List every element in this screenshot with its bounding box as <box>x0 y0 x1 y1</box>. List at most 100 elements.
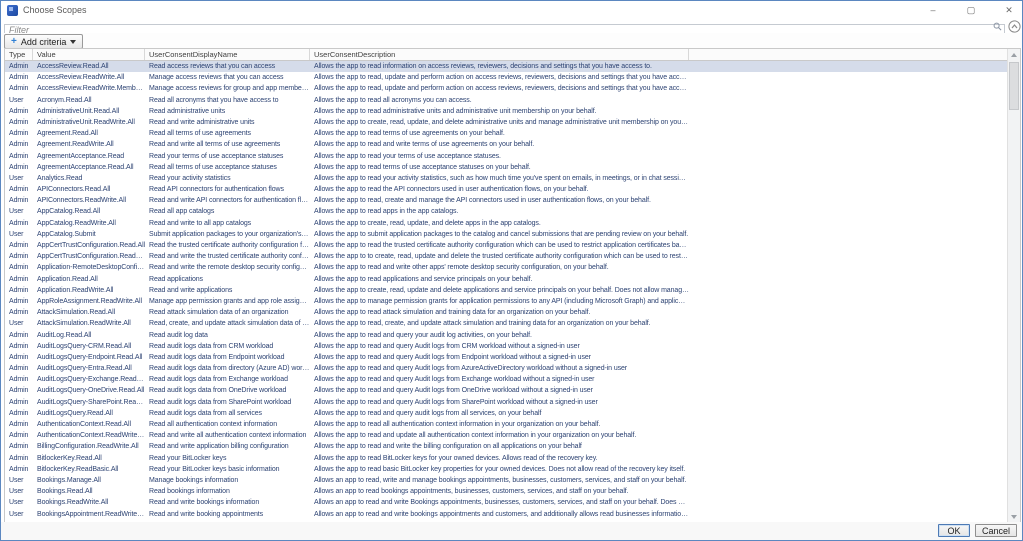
table-row[interactable]: Admin APIConnectors.ReadWrite.All Read a… <box>5 195 1007 206</box>
cell-value: AppCertTrustConfiguration.Read.All <box>33 240 145 251</box>
table-row[interactable]: Admin AttackSimulation.Read.All Read att… <box>5 307 1007 318</box>
cell-value: AuditLogsQuery-Exchange.Read.All <box>33 374 145 385</box>
table-row[interactable]: Admin Application-RemoteDesktopConfig...… <box>5 262 1007 273</box>
table-row[interactable]: User Bookings.Read.All Read bookings inf… <box>5 486 1007 497</box>
title-bar: Choose Scopes – ▢ ✕ <box>1 1 1022 19</box>
scroll-up-icon[interactable] <box>1008 49 1020 60</box>
table-row[interactable]: Admin AuditLogsQuery-OneDrive.Read.All R… <box>5 385 1007 396</box>
table-row[interactable]: Admin BillingConfiguration.ReadWrite.All… <box>5 441 1007 452</box>
cell-displayname: Manage access reviews for group and app … <box>145 83 310 94</box>
table-row[interactable]: Admin AuditLogsQuery-Entra.Read.All Read… <box>5 363 1007 374</box>
cell-displayname: Read audit logs data from CRM workload <box>145 341 310 352</box>
add-criteria-button[interactable]: + Add criteria <box>4 34 83 49</box>
cell-type: Admin <box>5 128 33 139</box>
collapse-filter-icon[interactable] <box>1008 20 1021 33</box>
cell-type: Admin <box>5 441 33 452</box>
cell-value: AccessReview.ReadWrite.Membership <box>33 83 145 94</box>
cell-type: User <box>5 318 33 329</box>
cell-filler <box>689 318 1007 329</box>
cell-type: Admin <box>5 195 33 206</box>
table-row[interactable]: Admin AgreementAcceptance.Read.All Read … <box>5 162 1007 173</box>
table-row[interactable]: Admin AuthenticationContext.Read.All Rea… <box>5 419 1007 430</box>
cell-description: Allows the app to read and query Audit l… <box>310 385 689 396</box>
add-criteria-label: Add criteria <box>21 37 67 47</box>
filter-bar <box>4 20 1005 33</box>
table-row[interactable]: Admin AuditLogsQuery-Exchange.Read.All R… <box>5 374 1007 385</box>
table-row[interactable]: Admin AuditLogsQuery-SharePoint.Read.All… <box>5 397 1007 408</box>
cell-filler <box>689 61 1007 72</box>
table-row[interactable]: Admin AuditLogsQuery-CRM.Read.All Read a… <box>5 341 1007 352</box>
table-row[interactable]: Admin AccessReview.Read.All Read access … <box>5 61 1007 72</box>
cell-displayname: Read all acronyms that you have access t… <box>145 95 310 106</box>
table-row[interactable]: Admin AgreementAcceptance.Read Read your… <box>5 151 1007 162</box>
scroll-down-icon[interactable] <box>1008 511 1020 522</box>
cell-value: AgreementAcceptance.Read.All <box>33 162 145 173</box>
table-row[interactable]: Admin BitlockerKey.ReadBasic.All Read yo… <box>5 464 1007 475</box>
table-row[interactable]: Admin AdministrativeUnit.ReadWrite.All R… <box>5 117 1007 128</box>
cell-displayname: Read all terms of use acceptance statuse… <box>145 162 310 173</box>
cell-filler <box>689 128 1007 139</box>
table-row[interactable]: Admin Application.ReadWrite.All Read and… <box>5 285 1007 296</box>
cancel-button[interactable]: Cancel <box>975 524 1017 537</box>
cell-displayname: Read attack simulation data of an organi… <box>145 307 310 318</box>
cell-type: User <box>5 486 33 497</box>
cell-value: AppCatalog.Submit <box>33 229 145 240</box>
table-row[interactable]: Admin Application.Read.All Read applicat… <box>5 274 1007 285</box>
column-header-value[interactable]: Value <box>33 49 145 60</box>
cell-type: Admin <box>5 139 33 150</box>
cell-value: Bookings.Read.All <box>33 486 145 497</box>
table-row[interactable]: Admin AppRoleAssignment.ReadWrite.All Ma… <box>5 296 1007 307</box>
table-row[interactable]: Admin AccessReview.ReadWrite.Membership … <box>5 83 1007 94</box>
table-row[interactable]: Admin Agreement.Read.All Read all terms … <box>5 128 1007 139</box>
cell-displayname: Read your BitLocker keys basic informati… <box>145 464 310 475</box>
vertical-scrollbar[interactable] <box>1007 49 1020 522</box>
cell-filler <box>689 397 1007 408</box>
scrollbar-thumb[interactable] <box>1009 62 1019 110</box>
cell-description: Allows the app to manage permission gran… <box>310 296 689 307</box>
table-row[interactable]: User BookingsAppointment.ReadWrite.All R… <box>5 509 1007 520</box>
column-header-userconsentdescription[interactable]: UserConsentDescription <box>310 49 689 60</box>
cell-description: Allows the app to read and query Audit l… <box>310 397 689 408</box>
table-row[interactable]: User AppCatalog.Read.All Read all app ca… <box>5 206 1007 217</box>
table-row[interactable]: Admin AuditLog.Read.All Read audit log d… <box>5 330 1007 341</box>
cell-value: Agreement.Read.All <box>33 128 145 139</box>
column-header-type[interactable]: Type <box>5 49 33 60</box>
column-header-userconsentdisplayname[interactable]: UserConsentDisplayName <box>145 49 310 60</box>
table-row[interactable]: User Bookings.Manage.All Manage bookings… <box>5 475 1007 486</box>
table-row[interactable]: User AppCatalog.Submit Submit applicatio… <box>5 229 1007 240</box>
maximize-button[interactable]: ▢ <box>964 3 978 17</box>
table-row[interactable]: Admin AppCertTrustConfiguration.Read.All… <box>5 240 1007 251</box>
cell-description: Allows the app to read basic BitLocker k… <box>310 464 689 475</box>
cell-type: Admin <box>5 408 33 419</box>
table-row[interactable]: Admin AppCertTrustConfiguration.ReadWri.… <box>5 251 1007 262</box>
minimize-button[interactable]: – <box>926 3 940 17</box>
cell-description: Allows the app to create, read, update a… <box>310 285 689 296</box>
table-row[interactable]: User AttackSimulation.ReadWrite.All Read… <box>5 318 1007 329</box>
table-row[interactable]: Admin AdministrativeUnit.Read.All Read a… <box>5 106 1007 117</box>
table-row[interactable]: User Bookings.ReadWrite.All Read and wri… <box>5 497 1007 508</box>
cell-description: Allows the app to read and query Audit l… <box>310 363 689 374</box>
table-row[interactable]: Admin BitlockerKey.Read.All Read your Bi… <box>5 453 1007 464</box>
table-row[interactable]: User Analytics.Read Read your activity s… <box>5 173 1007 184</box>
table-row[interactable]: Admin APIConnectors.Read.All Read API co… <box>5 184 1007 195</box>
cell-description: Allows the app to read, update and perfo… <box>310 83 689 94</box>
cell-description: Allows the app to read apps in the app c… <box>310 206 689 217</box>
cell-filler <box>689 341 1007 352</box>
cell-displayname: Read your BitLocker keys <box>145 453 310 464</box>
ok-button[interactable]: OK <box>938 524 970 537</box>
cell-description: Allows an app to read bookings appointme… <box>310 486 689 497</box>
cell-type: Admin <box>5 341 33 352</box>
table-row[interactable]: Admin AuditLogsQuery-Endpoint.Read.All R… <box>5 352 1007 363</box>
cell-value: BitlockerKey.Read.All <box>33 453 145 464</box>
table-row[interactable]: Admin AuditLogsQuery.Read.All Read audit… <box>5 408 1007 419</box>
cell-filler <box>689 486 1007 497</box>
table-row[interactable]: Admin AppCatalog.ReadWrite.All Read and … <box>5 218 1007 229</box>
table-row[interactable]: Admin AccessReview.ReadWrite.All Manage … <box>5 72 1007 83</box>
cell-displayname: Read audit log data <box>145 330 310 341</box>
table-row[interactable]: Admin AuthenticationContext.ReadWrite.Al… <box>5 430 1007 441</box>
table-row[interactable]: User Acronym.Read.All Read all acronyms … <box>5 95 1007 106</box>
close-button[interactable]: ✕ <box>1002 3 1016 17</box>
table-row[interactable]: Admin Agreement.ReadWrite.All Read and w… <box>5 139 1007 150</box>
cell-value: AppCertTrustConfiguration.ReadWri... <box>33 251 145 262</box>
cell-filler <box>689 72 1007 83</box>
